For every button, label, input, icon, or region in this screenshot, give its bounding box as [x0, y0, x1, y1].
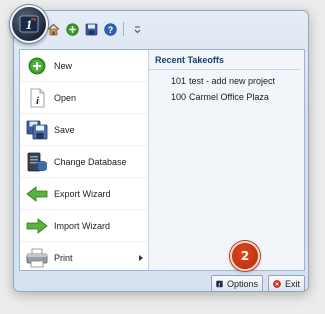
menu-item-label: New: [54, 60, 73, 71]
svg-text:1: 1: [218, 282, 221, 288]
menu-item-import-wizard[interactable]: Import Wizard: [20, 210, 148, 242]
home-icon[interactable]: [46, 22, 60, 36]
recent-item[interactable]: 100 Carmel Office Plaza: [149, 89, 304, 105]
menu-item-save[interactable]: Save: [20, 114, 148, 146]
help-icon[interactable]: ?: [103, 22, 117, 36]
step-callout-badge: 2: [230, 241, 260, 271]
save-disk-icon: [20, 120, 54, 140]
save-icon[interactable]: [84, 22, 98, 36]
app-logo-icon: 1: [19, 15, 39, 33]
recent-item-number: 100: [171, 92, 187, 102]
recent-takeoffs-list: 101 test - add new project 100 Carmel Of…: [149, 70, 304, 105]
options-button-label: Options: [226, 278, 258, 289]
menu-item-new[interactable]: New: [20, 50, 148, 82]
add-icon[interactable]: [65, 22, 79, 36]
exit-button[interactable]: Exit: [268, 275, 305, 292]
menu-item-export-wizard[interactable]: Export Wizard: [20, 178, 148, 210]
recent-item-number: 101: [171, 76, 187, 86]
menu-item-open[interactable]: i Open: [20, 82, 148, 114]
svg-text:?: ?: [107, 24, 113, 34]
recent-item-name: Carmel Office Plaza: [189, 92, 269, 102]
recent-item-name: test - add new project: [189, 76, 276, 86]
customize-icon[interactable]: [130, 22, 144, 36]
menu-item-label: Export Wizard: [54, 188, 111, 199]
options-button[interactable]: 1 Options: [211, 275, 263, 292]
menu-footer: 1 Options Exit: [19, 270, 305, 292]
open-info-icon: i: [20, 88, 54, 108]
menu-item-label: Change Database: [54, 156, 127, 167]
database-icon: [20, 151, 54, 173]
recent-takeoffs-header: Recent Takeoffs: [149, 50, 300, 70]
menu-item-label: Import Wizard: [54, 220, 111, 231]
import-arrow-icon: [20, 217, 54, 234]
menu-item-label: Open: [54, 92, 77, 103]
app-menu-orb[interactable]: 1: [10, 5, 48, 43]
menu-item-print[interactable]: Print: [20, 242, 148, 273]
printer-icon: [20, 248, 54, 268]
recent-takeoffs-panel: Recent Takeoffs 101 test - add new proje…: [149, 50, 304, 270]
options-logo-icon: 1: [216, 280, 223, 288]
application-menu: New i Open Save Change Database Export W…: [19, 49, 305, 271]
toolbar-separator: [123, 22, 124, 36]
recent-item[interactable]: 101 test - add new project: [149, 73, 304, 89]
quick-access-toolbar: ?: [38, 14, 144, 44]
exit-button-label: Exit: [284, 278, 300, 289]
application-menu-window: 1 ? New i Open Save Change Database Expo…: [10, 5, 309, 292]
export-arrow-icon: [20, 185, 54, 202]
exit-close-icon: [273, 279, 281, 288]
menu-item-label: Save: [54, 124, 75, 135]
menu-item-label: Print: [54, 252, 73, 263]
menu-command-list: New i Open Save Change Database Export W…: [20, 50, 149, 270]
submenu-arrow-icon: [139, 255, 143, 261]
menu-item-change-database[interactable]: Change Database: [20, 146, 148, 178]
new-plus-icon: [20, 57, 54, 75]
